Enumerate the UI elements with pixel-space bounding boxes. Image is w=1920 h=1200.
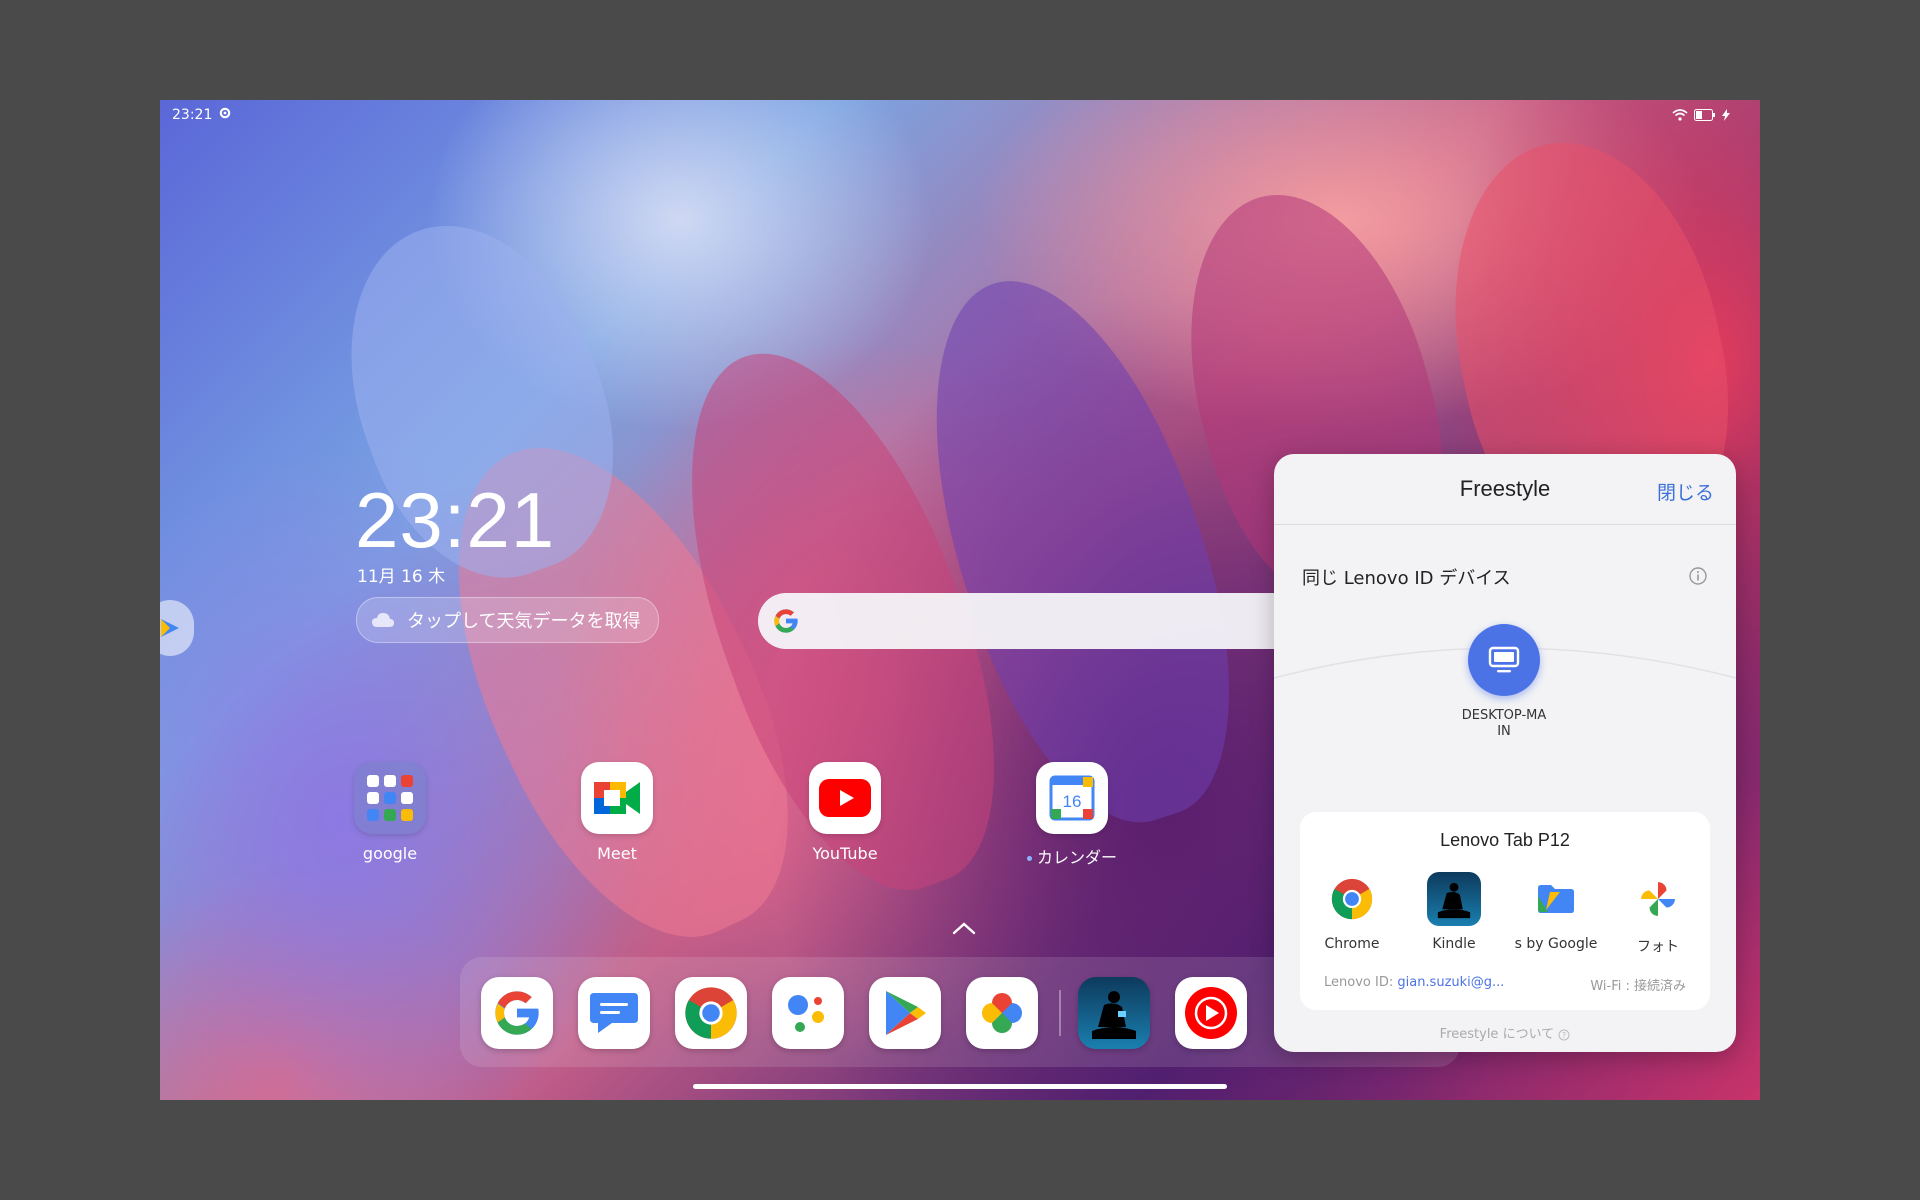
clock-widget-date: 11月 16 木 <box>357 567 446 587</box>
files-icon <box>1529 872 1583 926</box>
card-app-label: s by Google <box>1514 936 1598 952</box>
app-drawer-chevron-icon[interactable] <box>950 920 978 940</box>
cloud-icon <box>372 613 394 627</box>
desktop-device-button[interactable] <box>1468 624 1540 696</box>
app-calendar[interactable]: 16 カレンダー <box>1017 762 1127 868</box>
charging-icon <box>1722 106 1730 125</box>
card-app-files[interactable]: s by Google <box>1508 872 1604 952</box>
card-app-label: フォト <box>1637 939 1679 955</box>
app-label: google <box>362 844 418 863</box>
home-gesture-bar[interactable] <box>693 1084 1227 1089</box>
device-name: DESKTOP-MA IN <box>1444 708 1564 740</box>
help-icon: ? <box>1558 1029 1570 1040</box>
calendar-day-number: 16 <box>1063 792 1082 811</box>
folder-icon <box>354 762 426 834</box>
side-bar-icon <box>161 619 179 637</box>
youtube-icon <box>809 762 881 834</box>
dock-divider <box>1059 990 1061 1036</box>
app-label: カレンダー <box>1036 848 1117 867</box>
monitor-icon <box>1488 646 1520 673</box>
device-card-title: Lenovo Tab P12 <box>1440 830 1570 850</box>
settings-gear-icon[interactable] <box>218 106 232 124</box>
card-app-label: Kindle <box>1432 936 1476 952</box>
photos-icon <box>1631 872 1685 926</box>
battery-icon <box>1694 106 1716 125</box>
new-badge-dot <box>1026 856 1032 861</box>
app-meet[interactable]: Meet <box>562 762 672 863</box>
dock-youtube-music-icon[interactable] <box>1175 977 1247 1049</box>
card-app-photos[interactable]: フォト <box>1610 872 1706 956</box>
app-youtube[interactable]: YouTube <box>790 762 900 863</box>
status-bar-left: 23:21 <box>172 106 232 124</box>
dock-chrome-icon[interactable] <box>675 977 747 1049</box>
card-app-kindle[interactable]: Kindle <box>1406 872 1502 952</box>
device-name-line1: DESKTOP-MA <box>1461 708 1547 723</box>
dock-kindle-icon[interactable] <box>1078 977 1150 1049</box>
app-label: Meet <box>597 844 637 863</box>
card-app-chrome[interactable]: Chrome <box>1304 872 1400 952</box>
meet-icon <box>581 762 653 834</box>
app-label: YouTube <box>812 844 878 863</box>
lenovo-id-value[interactable]: gian.suzuki@g... <box>1397 975 1504 990</box>
svg-text:?: ? <box>1562 1031 1566 1040</box>
clock-widget-time[interactable]: 23:21 <box>355 475 555 566</box>
device-name-line2: IN <box>1497 724 1511 739</box>
calendar-icon: 16 <box>1036 762 1108 834</box>
weather-chip[interactable]: タップして天気データを取得 <box>356 597 660 643</box>
google-g-icon <box>774 609 798 633</box>
lenovo-id-info: Lenovo ID: gian.suzuki@g... <box>1324 975 1504 990</box>
google-search-bar[interactable] <box>758 593 1318 649</box>
same-lenovo-id-heading: 同じ Lenovo ID デバイス <box>1302 568 1511 589</box>
chrome-icon <box>1325 872 1379 926</box>
lenovo-id-prefix: Lenovo ID: <box>1324 975 1394 990</box>
freestyle-panel: Freestyle 閉じる 同じ Lenovo ID デバイス DESKTOP-… <box>1274 454 1736 1052</box>
dock-assistant-icon[interactable] <box>772 977 844 1049</box>
kindle-icon <box>1427 872 1481 926</box>
close-button[interactable]: 閉じる <box>1657 478 1714 505</box>
this-device-card: Lenovo Tab P12 Chrome Kindle s by Google… <box>1300 812 1710 1010</box>
app-folder-google[interactable]: google <box>335 762 445 863</box>
dock-play-store-icon[interactable] <box>869 977 941 1049</box>
dock-google-icon[interactable] <box>481 977 553 1049</box>
info-icon[interactable] <box>1688 566 1708 590</box>
edge-panel-handle[interactable] <box>160 600 194 656</box>
freestyle-header: Freestyle 閉じる <box>1274 454 1736 525</box>
about-freestyle-link[interactable]: Freestyle について ? <box>1274 1023 1736 1042</box>
about-label: Freestyle について <box>1439 1027 1555 1042</box>
weather-label: タップして天気データを取得 <box>407 611 641 632</box>
card-app-label: Chrome <box>1324 936 1380 952</box>
status-time: 23:21 <box>172 107 213 123</box>
dock-photos-icon[interactable] <box>966 977 1038 1049</box>
wifi-status: Wi-Fi : 接続済み <box>1590 979 1686 994</box>
dock-messages-icon[interactable] <box>578 977 650 1049</box>
wifi-icon <box>1672 106 1688 125</box>
status-bar-right <box>1672 106 1730 125</box>
